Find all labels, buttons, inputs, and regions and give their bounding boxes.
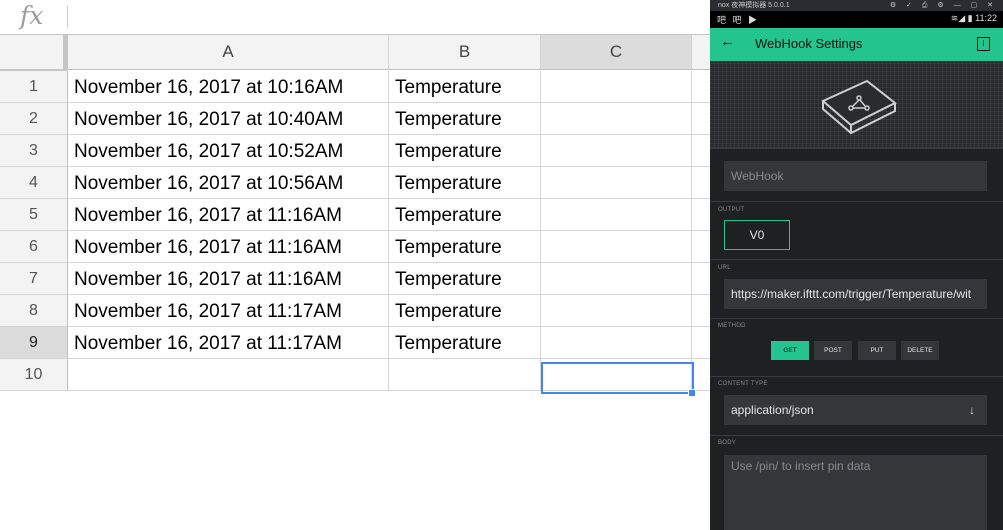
selected-cell-outline[interactable] xyxy=(541,362,694,394)
cell-d[interactable] xyxy=(692,327,710,359)
row-number[interactable]: 9 xyxy=(0,327,68,359)
android-status-bar: 吧 吧 ▶ ≋◢ ▮ 11:22 xyxy=(710,11,1003,28)
emulator-window-controls[interactable]: ⚙ ✓ ⎙ ⚙ — ▢ ✕ xyxy=(890,0,997,11)
row-number[interactable]: 5 xyxy=(0,199,68,231)
cell-d[interactable] xyxy=(692,359,710,391)
cell-b[interactable]: Temperature xyxy=(389,263,541,295)
info-icon[interactable]: i xyxy=(977,37,990,51)
method-post-button[interactable]: POST xyxy=(814,341,852,360)
cell-b[interactable]: Temperature xyxy=(389,167,541,199)
cell-b[interactable]: Temperature xyxy=(389,135,541,167)
row-number[interactable]: 8 xyxy=(0,295,68,327)
cell-d[interactable] xyxy=(692,71,710,103)
cell-d[interactable] xyxy=(692,103,710,135)
row-number[interactable]: 6 xyxy=(0,231,68,263)
cell-c[interactable] xyxy=(541,231,692,263)
cell-b[interactable]: Temperature xyxy=(389,199,541,231)
cell-c[interactable] xyxy=(541,135,692,167)
row-number[interactable]: 1 xyxy=(0,71,68,103)
cell-a[interactable]: November 16, 2017 at 11:17AM xyxy=(68,295,389,327)
cell-c[interactable] xyxy=(541,71,692,103)
method-put-button[interactable]: PUT xyxy=(858,341,896,360)
widget-hero xyxy=(710,61,1003,148)
cell-c[interactable] xyxy=(541,199,692,231)
cell-b[interactable]: Temperature xyxy=(389,295,541,327)
cell-c[interactable] xyxy=(541,167,692,199)
fx-icon: fx xyxy=(20,1,44,30)
status-clock: ≋◢ ▮ 11:22 xyxy=(950,13,997,23)
column-header-a[interactable]: A xyxy=(68,35,389,70)
body-label: BODY xyxy=(718,440,737,446)
output-label: OUTPUT xyxy=(718,207,745,213)
content-type-label: CONTENT TYPE xyxy=(718,381,768,387)
cell-c[interactable] xyxy=(541,263,692,295)
emulator-title-bar: nox 夜神模拟器 5.0.0.1 ⚙ ✓ ⎙ ⚙ — ▢ ✕ xyxy=(710,0,1003,11)
row-number[interactable]: 10 xyxy=(0,359,68,391)
cell-a[interactable]: November 16, 2017 at 10:40AM xyxy=(68,103,389,135)
spreadsheet: fx A B C 1 November 16, 2017 at 10:16AM Te… xyxy=(0,0,710,530)
widget-name-input[interactable]: WebHook xyxy=(724,161,987,191)
column-header-b[interactable]: B xyxy=(389,35,541,70)
row-number[interactable]: 3 xyxy=(0,135,68,167)
cell-a[interactable]: November 16, 2017 at 11:16AM xyxy=(68,199,389,231)
column-header-c[interactable]: C xyxy=(541,35,692,70)
formula-bar-divider xyxy=(67,5,68,28)
cell-b[interactable]: Temperature xyxy=(389,71,541,103)
formula-bar[interactable]: fx xyxy=(0,0,710,35)
row-number[interactable]: 2 xyxy=(0,103,68,135)
cell-b[interactable]: Temperature xyxy=(389,327,541,359)
method-get-button[interactable]: GET xyxy=(771,341,809,360)
arrow-left-icon[interactable]: ← xyxy=(720,33,735,50)
cell-d[interactable] xyxy=(692,295,710,327)
url-input[interactable]: https://maker.ifttt.com/trigger/Temperat… xyxy=(724,279,987,309)
select-all-corner[interactable] xyxy=(0,35,68,73)
cell-d[interactable] xyxy=(692,263,710,295)
notification-icons: 吧 吧 ▶ xyxy=(717,15,760,25)
body-placeholder: Use /pin/ to insert pin data xyxy=(731,459,871,473)
divider xyxy=(710,148,1003,149)
cell-b[interactable]: Temperature xyxy=(389,231,541,263)
cell-d[interactable] xyxy=(692,135,710,167)
cell-a[interactable]: November 16, 2017 at 10:52AM xyxy=(68,135,389,167)
emulator-title: nox 夜神模拟器 5.0.0.1 xyxy=(718,2,790,9)
cell-a[interactable]: November 16, 2017 at 11:16AM xyxy=(68,263,389,295)
android-emulator: nox 夜神模拟器 5.0.0.1 ⚙ ✓ ⎙ ⚙ — ▢ ✕ 吧 吧 ▶ ≋◢… xyxy=(710,0,1003,530)
divider xyxy=(710,318,1003,319)
arrow-down-icon: ↓ xyxy=(969,403,975,417)
row-number[interactable]: 7 xyxy=(0,263,68,295)
cell-d[interactable] xyxy=(692,167,710,199)
divider xyxy=(710,259,1003,260)
cell-a[interactable]: November 16, 2017 at 11:17AM xyxy=(68,327,389,359)
cell-b[interactable]: Temperature xyxy=(389,103,541,135)
cell-a[interactable]: November 16, 2017 at 10:56AM xyxy=(68,167,389,199)
column-header-d[interactable] xyxy=(692,35,710,70)
cell-c[interactable] xyxy=(541,103,692,135)
cell-a[interactable] xyxy=(68,359,389,391)
cell-a[interactable]: November 16, 2017 at 10:16AM xyxy=(68,71,389,103)
cell-c[interactable] xyxy=(541,295,692,327)
url-label: URL xyxy=(718,265,731,271)
cell-a[interactable]: November 16, 2017 at 11:16AM xyxy=(68,231,389,263)
cell-d[interactable] xyxy=(692,199,710,231)
row-number[interactable]: 4 xyxy=(0,167,68,199)
widget-name-value: WebHook xyxy=(731,169,784,183)
output-pin-selector[interactable]: V0 xyxy=(724,220,790,250)
fill-handle[interactable] xyxy=(688,389,696,397)
page-title: WebHook Settings xyxy=(755,36,863,51)
divider xyxy=(710,201,1003,202)
method-label: METHOD xyxy=(718,323,746,329)
content-type-value: application/json xyxy=(731,403,814,417)
content-type-select[interactable]: application/json ↓ xyxy=(724,395,987,425)
divider xyxy=(710,376,1003,377)
cell-c[interactable] xyxy=(541,327,692,359)
body-textarea[interactable]: Use /pin/ to insert pin data xyxy=(724,455,987,530)
divider xyxy=(710,435,1003,436)
app-toolbar: ← WebHook Settings i xyxy=(710,28,1003,61)
webhook-device-icon xyxy=(821,79,897,135)
method-delete-button[interactable]: DELETE xyxy=(901,341,939,360)
cell-b[interactable] xyxy=(389,359,541,391)
cell-d[interactable] xyxy=(692,231,710,263)
